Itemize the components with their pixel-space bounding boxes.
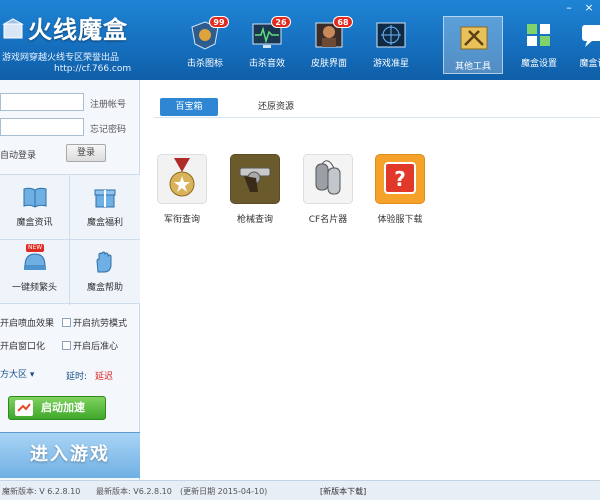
app-window: 火线魔盒 游戏网穿越火线专区荣誉出品 http://cf.766.com 99 … xyxy=(0,0,600,500)
enter-game-button[interactable]: 进入游戏 xyxy=(0,432,140,478)
settings-grid-icon xyxy=(527,24,550,46)
option-anti-fatigue[interactable]: 开启抗劳模式 xyxy=(62,316,127,329)
badge-kill-icons: 99 xyxy=(209,16,229,28)
nav-item-crosshair[interactable]: 游戏准星 xyxy=(361,14,421,74)
nav-item-kill-sounds[interactable]: 26 击杀音效 xyxy=(237,14,297,74)
tile-label: 魔盒资讯 xyxy=(16,218,53,228)
feature-grid: 魔盒资讯 魔盒福利 NEW 一键频繁头 魔盒帮助 xyxy=(0,174,140,305)
logo: 火线魔盒 游戏网穿越火线专区荣誉出品 http://cf.766.com xyxy=(0,0,170,80)
hand-help-icon xyxy=(96,251,112,273)
login-button[interactable]: 登录 xyxy=(66,144,106,162)
forgot-password-link[interactable]: 忘记密码 xyxy=(90,122,126,135)
tools-icon xyxy=(460,26,488,50)
gift-icon xyxy=(94,189,116,208)
medal-icon xyxy=(157,154,207,204)
close-icon[interactable]: × xyxy=(582,2,596,14)
dog-tag-icon xyxy=(303,154,353,204)
latest-version: 最新版本: V6.2.8.10 xyxy=(96,487,172,496)
tool-label: 枪械查询 xyxy=(236,215,273,225)
chevron-down-icon: ▾ xyxy=(29,370,35,380)
tile-label: 魔盒福利 xyxy=(86,218,123,228)
tile-news[interactable]: 魔盒资讯 xyxy=(0,175,70,240)
tile-label: 魔盒帮助 xyxy=(86,283,123,293)
tile-welfare[interactable]: 魔盒福利 xyxy=(70,175,140,240)
boost-arrow-icon xyxy=(15,400,33,416)
new-version-download-link[interactable]: [新版本下载] xyxy=(320,486,366,497)
tab-bar: 百宝箱 还原资源 xyxy=(154,96,600,118)
option-blood-effect[interactable]: 开启喷血效果 xyxy=(0,316,54,329)
nav-label: 其他工具 xyxy=(454,62,491,72)
minimize-icon[interactable]: – xyxy=(562,2,576,14)
option-label: 开启窗口化 xyxy=(0,342,46,352)
tool-test-server-download[interactable]: ? 体验服下载 xyxy=(370,154,430,234)
app-title: 火线魔盒 xyxy=(28,16,128,44)
tool-label: 体验服下载 xyxy=(377,215,423,225)
nav-label: 魔盒论 xyxy=(579,59,600,69)
auto-login-label[interactable]: 自动登录 xyxy=(0,148,36,161)
nav-label: 游戏准星 xyxy=(372,59,409,69)
tool-rank-query[interactable]: 军衔查询 xyxy=(152,154,212,234)
question-box-icon: ? xyxy=(375,154,425,204)
tool-label: CF名片器 xyxy=(308,215,348,225)
update-date: (更新日期 2015-04-10) xyxy=(180,487,268,496)
nav-item-kill-icons[interactable]: 99 击杀图标 xyxy=(175,14,235,74)
password-input[interactable] xyxy=(0,118,84,136)
badge-skins: 68 xyxy=(333,16,353,28)
delay-value: 延迟 xyxy=(95,372,114,382)
option-label: 开启喷血效果 xyxy=(0,319,55,329)
logo-box-icon xyxy=(2,18,24,39)
top-nav: 99 击杀图标 26 击杀音效 68 皮肤界面 游戏准星 其他工具 魔盒设置 魔… xyxy=(175,0,600,80)
nav-label: 皮肤界面 xyxy=(310,59,347,69)
account-input[interactable] xyxy=(0,93,84,111)
tile-help[interactable]: 魔盒帮助 xyxy=(70,240,140,305)
news-book-icon xyxy=(23,187,47,208)
tool-label: 军衔查询 xyxy=(163,215,200,225)
badge-kill-sounds: 26 xyxy=(271,16,291,28)
nav-label: 击杀音效 xyxy=(248,59,285,69)
option-crosshair[interactable]: 开启后准心 xyxy=(62,339,118,352)
option-label: 开启抗劳模式 xyxy=(73,319,128,329)
svg-text:?: ? xyxy=(394,167,406,191)
window-controls: – × xyxy=(562,2,596,14)
app-subtitle: 游戏网穿越火线专区荣誉出品 xyxy=(2,53,120,63)
option-label: 开启后准心 xyxy=(73,342,119,352)
start-boost-button[interactable]: 启动加速 xyxy=(8,396,106,420)
tool-cf-card[interactable]: CF名片器 xyxy=(298,154,358,234)
current-version: 魔新版本: V 6.2.8.10 xyxy=(2,487,81,496)
tile-label: 一键频繁头 xyxy=(11,283,57,293)
register-link[interactable]: 注册帐号 xyxy=(90,97,126,110)
checkbox-icon[interactable] xyxy=(62,341,71,350)
tool-weapon-query[interactable]: 枪械查询 xyxy=(225,154,285,234)
main-content: 百宝箱 还原资源 军衔查询 枪械查询 CF名片器 ? 体验服下载 xyxy=(140,80,600,480)
tab-treasure-box[interactable]: 百宝箱 xyxy=(160,98,218,116)
app-url: http://cf.766.com xyxy=(54,64,132,74)
nav-item-box-settings[interactable]: 魔盒设置 xyxy=(509,14,569,74)
forum-icon xyxy=(582,25,600,47)
region-label: 方大区 xyxy=(0,370,28,380)
revolver-icon xyxy=(230,154,280,204)
option-windowed[interactable]: 开启窗口化 xyxy=(0,339,45,352)
header-bar: 火线魔盒 游戏网穿越火线专区荣誉出品 http://cf.766.com 99 … xyxy=(0,0,600,80)
region-select[interactable]: 方大区 ▾ xyxy=(0,367,48,383)
left-panel: 注册帐号 忘记密码 自动登录 登录 魔盒资讯 魔盒福利 NEW 一键频繁头 魔盒… xyxy=(0,80,140,480)
nav-item-other-tools[interactable]: 其他工具 xyxy=(443,16,503,74)
nav-label: 魔盒设置 xyxy=(520,59,557,69)
status-bar: 魔新版本: V 6.2.8.10 最新版本: V6.2.8.10 (更新日期 2… xyxy=(0,480,600,500)
tile-one-click[interactable]: NEW 一键频繁头 xyxy=(0,240,70,305)
checkbox-icon[interactable] xyxy=(62,318,71,327)
nav-label: 击杀图标 xyxy=(186,59,223,69)
password-row: 忘记密码 xyxy=(0,118,140,136)
crosshair-icon xyxy=(376,22,406,48)
nav-item-skins[interactable]: 68 皮肤界面 xyxy=(299,14,359,74)
nav-item-forum[interactable]: 魔盒论 xyxy=(563,14,600,74)
tab-restore-resources[interactable]: 还原资源 xyxy=(246,98,306,116)
helmet-icon xyxy=(24,253,46,270)
account-row: 注册帐号 xyxy=(0,93,140,111)
delay-label: 延时: xyxy=(66,372,88,382)
boost-label: 启动加速 xyxy=(41,401,85,414)
